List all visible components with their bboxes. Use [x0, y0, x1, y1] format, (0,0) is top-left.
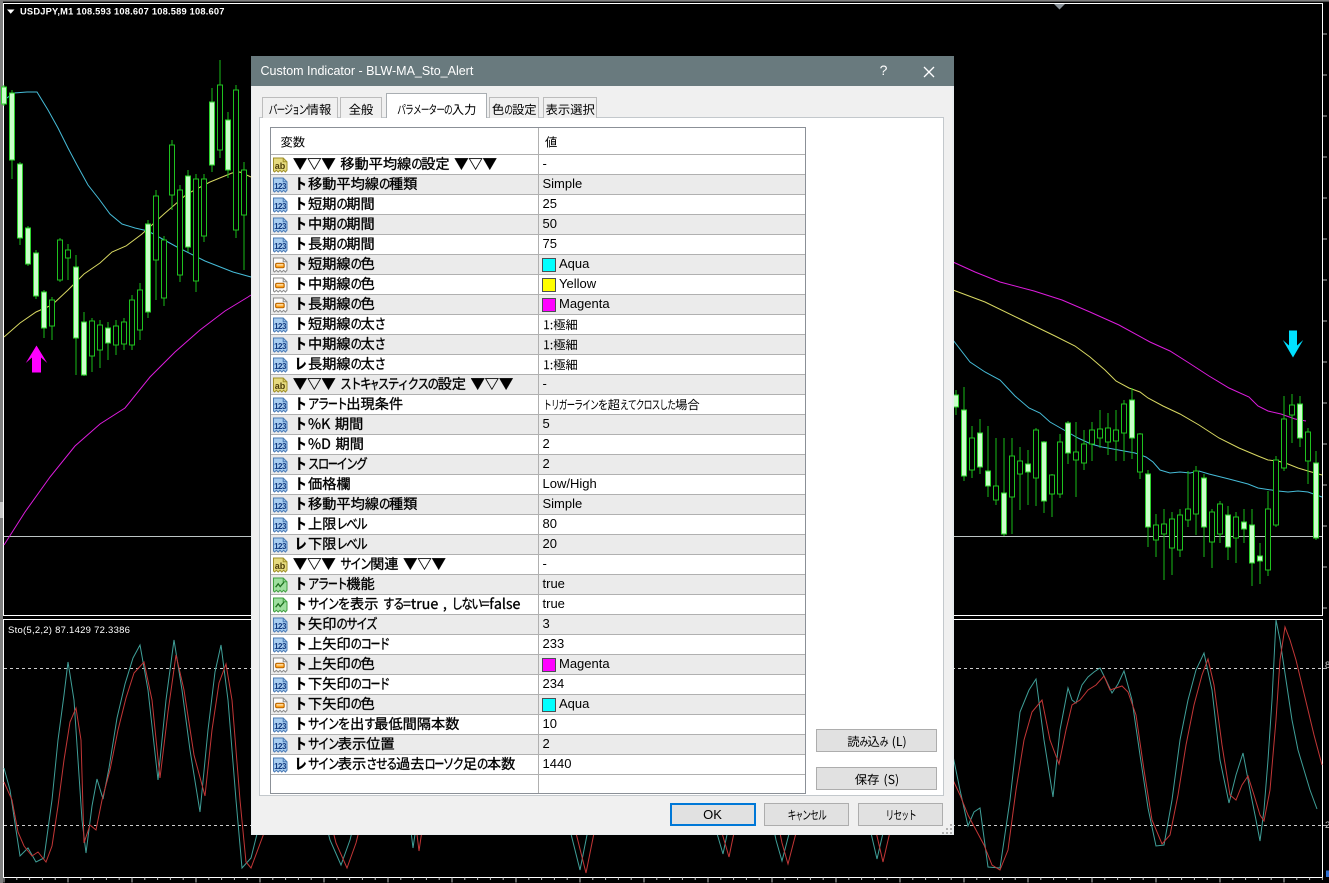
svg-text:20: 20	[1325, 820, 1329, 831]
svg-text:80: 80	[1325, 660, 1329, 671]
svg-text:Sto(5,2,2) 87.1429 72.3386: Sto(5,2,2) 87.1429 72.3386	[8, 625, 130, 636]
svg-text:USDJPY,M1 108.593 108.607 108: USDJPY,M1 108.593 108.607 108.589 108.60…	[20, 7, 225, 17]
